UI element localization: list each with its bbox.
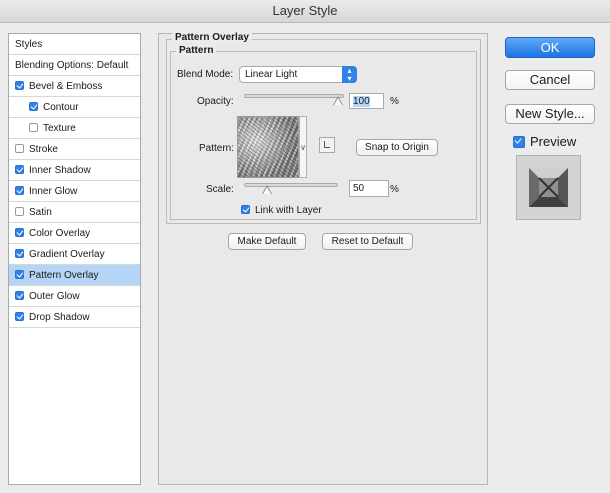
style-item-satin[interactable]: Satin <box>9 202 140 223</box>
style-item-label: Contour <box>43 102 79 113</box>
pattern-label: Pattern: <box>199 143 235 154</box>
pattern-group-title: Pattern <box>176 45 217 56</box>
checkbox-icon[interactable] <box>15 311 24 321</box>
style-preview-thumbnail <box>516 155 581 220</box>
style-item-stroke[interactable]: Stroke <box>9 139 140 160</box>
scale-unit: % <box>390 184 399 195</box>
blend-mode-label: Blend Mode: <box>177 69 234 80</box>
style-item-color-overlay[interactable]: Color Overlay <box>9 223 140 244</box>
style-item-label: Texture <box>43 123 76 134</box>
style-item-label: Satin <box>29 207 52 218</box>
styles-header[interactable]: Styles <box>9 34 140 55</box>
scale-label: Scale: <box>206 184 234 195</box>
checkbox-icon[interactable] <box>15 80 24 90</box>
style-item-gradient-overlay[interactable]: Gradient Overlay <box>9 244 140 265</box>
style-item-label: Outer Glow <box>29 291 80 302</box>
window-title: Layer Style <box>0 0 610 23</box>
opacity-slider[interactable] <box>244 94 344 98</box>
style-item-drop-shadow[interactable]: Drop Shadow <box>9 307 140 328</box>
reset-to-default-button[interactable]: Reset to Default <box>322 233 413 250</box>
checkbox-icon[interactable] <box>29 122 38 132</box>
pattern-menu-arrow-icon[interactable]: ∨ <box>299 116 307 178</box>
style-item-label: Inner Glow <box>29 186 78 197</box>
scale-slider-thumb[interactable] <box>262 185 272 194</box>
style-item-texture[interactable]: Texture <box>9 118 140 139</box>
opacity-slider-thumb[interactable] <box>333 96 343 105</box>
slider-thumb-fill <box>334 97 342 105</box>
checkbox-icon[interactable] <box>15 290 24 300</box>
style-item-label: Gradient Overlay <box>29 249 105 260</box>
checkbox-icon[interactable] <box>15 143 24 153</box>
new-style-button[interactable]: New Style... <box>505 104 595 124</box>
scale-slider[interactable] <box>244 183 338 187</box>
opacity-unit: % <box>390 96 399 107</box>
opacity-input[interactable]: 100 <box>349 93 384 109</box>
snap-to-origin-button[interactable]: Snap to Origin <box>356 139 438 156</box>
new-preset-icon[interactable] <box>319 137 335 153</box>
style-item-label: Bevel & Emboss <box>29 81 103 92</box>
scale-value: 50 <box>353 183 365 194</box>
blend-mode-select[interactable]: Linear Light ▴ ▾ <box>239 66 357 83</box>
preview-label: Preview <box>530 134 577 149</box>
checkbox-icon[interactable] <box>15 164 24 174</box>
styles-list: Styles Blending Options: Default Bevel &… <box>8 33 141 485</box>
style-item-label: Drop Shadow <box>29 312 90 323</box>
section-title: Pattern Overlay <box>172 32 252 43</box>
cancel-button[interactable]: Cancel <box>505 70 595 90</box>
style-item-bevel-emboss[interactable]: Bevel & Emboss <box>9 76 140 97</box>
slider-thumb-fill <box>263 186 271 194</box>
opacity-label: Opacity: <box>197 96 234 107</box>
checkbox-icon[interactable] <box>241 204 250 214</box>
checkbox-icon[interactable] <box>15 269 24 279</box>
style-item-label: Pattern Overlay <box>29 270 99 281</box>
checkbox-icon[interactable] <box>513 135 525 148</box>
style-item-inner-glow[interactable]: Inner Glow <box>9 181 140 202</box>
style-item-pattern-overlay[interactable]: Pattern Overlay <box>9 265 140 286</box>
style-item-outer-glow[interactable]: Outer Glow <box>9 286 140 307</box>
style-item-contour[interactable]: Contour <box>9 97 140 118</box>
blend-mode-value: Linear Light <box>245 69 298 80</box>
style-item-label: Stroke <box>29 144 58 155</box>
preview-toggle[interactable]: Preview <box>513 134 576 149</box>
checkbox-icon[interactable] <box>15 248 24 258</box>
style-item-label: Inner Shadow <box>29 165 91 176</box>
checkbox-icon[interactable] <box>15 185 24 195</box>
checkbox-icon[interactable] <box>29 101 38 111</box>
blending-options-item[interactable]: Blending Options: Default <box>9 55 140 76</box>
link-with-layer[interactable]: Link with Layer <box>241 204 322 216</box>
dropdown-arrows-icon[interactable]: ▴ ▾ <box>342 66 357 83</box>
checkbox-icon[interactable] <box>15 227 24 237</box>
ok-button[interactable]: OK <box>505 37 595 58</box>
opacity-value: 100 <box>353 96 370 107</box>
style-item-label: Color Overlay <box>29 228 91 239</box>
checkbox-icon[interactable] <box>15 206 24 216</box>
scale-input[interactable]: 50 <box>349 180 389 197</box>
pattern-swatch[interactable] <box>237 116 299 178</box>
style-item-inner-shadow[interactable]: Inner Shadow <box>9 160 140 181</box>
link-with-layer-label: Link with Layer <box>255 205 322 216</box>
preview-image <box>529 168 568 207</box>
new-preset-glyph <box>324 141 330 148</box>
make-default-button[interactable]: Make Default <box>228 233 306 250</box>
